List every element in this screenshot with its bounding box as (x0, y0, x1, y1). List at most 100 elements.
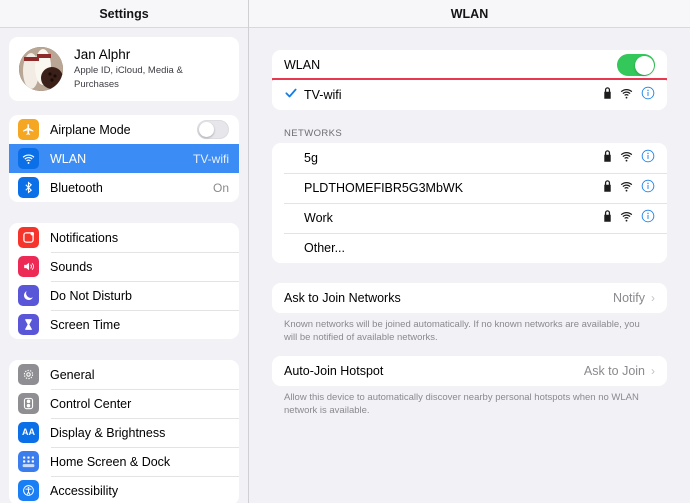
app-grid-icon (18, 451, 39, 472)
sidebar-item-label: Notifications (50, 230, 119, 245)
network-indicators (603, 179, 655, 198)
sidebar-item-label: General (50, 367, 95, 382)
sidebar-list[interactable]: Jan Alphr Apple ID, iCloud, Media & Purc… (0, 28, 248, 503)
sidebar-item-accessibility[interactable]: Accessibility (9, 476, 239, 503)
wlan-content[interactable]: WLAN TV-wifi NETWORKS 5g PLDTHOMEFIBR5G3… (249, 28, 690, 503)
connected-network-highlight-wrap: TV-wifi (272, 78, 667, 110)
sidebar-bluetooth-value: On (212, 180, 229, 195)
notifications-icon (18, 227, 39, 248)
sliders-icon (18, 393, 39, 414)
ask-to-join-label: Ask to Join Networks (284, 291, 401, 305)
lock-icon (603, 149, 612, 167)
network-row-other[interactable]: Other... (272, 233, 667, 263)
bowling-photo-avatar (19, 47, 63, 91)
sidebar-item-do-not-disturb[interactable]: Do Not Disturb (9, 281, 239, 310)
auto-join-hotspot-label: Auto-Join Hotspot (284, 364, 384, 378)
network-name: 5g (304, 151, 318, 165)
apple-id-row[interactable]: Jan Alphr Apple ID, iCloud, Media & Purc… (9, 37, 239, 101)
network-row-connected[interactable]: TV-wifi (272, 80, 667, 110)
accessibility-icon (18, 480, 39, 501)
network-row[interactable]: Work (272, 203, 667, 233)
sidebar-group-alerts[interactable]: Notifications Sounds Do Not Disturb Scre… (9, 223, 239, 339)
wifi-icon (620, 86, 633, 104)
info-icon[interactable] (641, 179, 655, 198)
wlan-detail-pane: WLAN WLAN TV-wifi NETWORKS 5g PLDTHOMEFI… (249, 0, 690, 503)
sidebar-item-label: Accessibility (50, 483, 119, 498)
chevron-right-icon: › (651, 364, 655, 378)
hourglass-icon (18, 314, 39, 335)
network-row[interactable]: 5g (272, 143, 667, 173)
network-name: Other... (304, 241, 345, 255)
sidebar-group-system[interactable]: General Control Center AA Display & Brig… (9, 360, 239, 503)
sidebar-item-control-center[interactable]: Control Center (9, 389, 239, 418)
network-indicators (603, 149, 655, 168)
wifi-icon (18, 148, 39, 169)
auto-join-hotspot-footer: Allow this device to automatically disco… (284, 392, 639, 416)
wifi-icon (620, 209, 633, 227)
main-header: WLAN (249, 0, 690, 28)
ask-to-join-card[interactable]: Ask to Join Networks Notify › (272, 283, 667, 313)
network-name: PLDTHOMEFIBR5G3MbWK (304, 181, 464, 195)
networks-section-header: NETWORKS (284, 128, 343, 139)
sidebar-wlan-value: TV-wifi (193, 151, 229, 166)
lock-icon (603, 86, 612, 104)
auto-join-hotspot-card[interactable]: Auto-Join Hotspot Ask to Join › (272, 356, 667, 386)
profile-card[interactable]: Jan Alphr Apple ID, iCloud, Media & Purc… (9, 37, 239, 101)
sidebar-item-general[interactable]: General (9, 360, 239, 389)
network-name: TV-wifi (304, 88, 342, 102)
chevron-right-icon: › (651, 291, 655, 305)
sidebar-item-notifications[interactable]: Notifications (9, 223, 239, 252)
settings-sidebar: Settings Jan Alphr Apple ID, iCloud, Med… (0, 0, 249, 503)
ask-to-join-row[interactable]: Ask to Join Networks Notify › (272, 283, 667, 313)
networks-list[interactable]: 5g PLDTHOMEFIBR5G3MbWK Work Other... (272, 143, 667, 263)
info-icon[interactable] (641, 149, 655, 168)
ask-to-join-footer: Known networks will be joined automatica… (284, 319, 640, 343)
info-icon[interactable] (641, 86, 655, 105)
sidebar-item-sounds[interactable]: Sounds (9, 252, 239, 281)
info-icon[interactable] (641, 209, 655, 228)
auto-join-hotspot-row[interactable]: Auto-Join Hotspot Ask to Join › (272, 356, 667, 386)
sidebar-header: Settings (0, 0, 248, 28)
aa-icon: AA (18, 422, 39, 443)
sidebar-item-screen-time[interactable]: Screen Time (9, 310, 239, 339)
wlan-toggle[interactable] (617, 54, 655, 76)
network-indicators (603, 209, 655, 228)
wifi-icon (620, 179, 633, 197)
avatar (19, 47, 63, 91)
sidebar-item-label: Home Screen & Dock (50, 454, 171, 469)
page-title: WLAN (450, 6, 489, 21)
sidebar-item-label: Display & Brightness (50, 425, 166, 440)
auto-join-hotspot-value: Ask to Join (583, 364, 645, 378)
network-name: Work (304, 211, 333, 225)
sidebar-item-wlan[interactable]: WLAN TV-wifi (9, 144, 239, 173)
sidebar-item-display-brightness[interactable]: AA Display & Brightness (9, 418, 239, 447)
sidebar-item-bluetooth[interactable]: Bluetooth On (9, 173, 239, 202)
moon-icon (18, 285, 39, 306)
wlan-toggle-label: WLAN (284, 58, 321, 72)
settings-split-view: Settings Jan Alphr Apple ID, iCloud, Med… (0, 0, 690, 503)
sidebar-item-label: Airplane Mode (50, 122, 131, 137)
network-row[interactable]: PLDTHOMEFIBR5G3MbWK (272, 173, 667, 203)
bluetooth-icon (18, 177, 39, 198)
wifi-icon (620, 149, 633, 167)
airplane-icon (18, 119, 39, 140)
checkmark-icon (284, 86, 299, 105)
sidebar-item-label: Bluetooth (50, 180, 103, 195)
wlan-toggle-row[interactable]: WLAN (272, 50, 667, 80)
sidebar-item-label: Control Center (50, 396, 132, 411)
sidebar-group-connectivity[interactable]: Airplane Mode WLAN TV-wifi Bluetooth On (9, 115, 239, 202)
profile-subtitle: Apple ID, iCloud, Media & Purchases (74, 65, 183, 90)
sidebar-item-label: Sounds (50, 259, 93, 274)
lock-icon (603, 209, 612, 227)
sidebar-item-label: Do Not Disturb (50, 288, 132, 303)
sidebar-item-label: WLAN (50, 151, 87, 166)
ask-to-join-value: Notify (613, 291, 645, 305)
airplane-mode-toggle[interactable] (197, 120, 229, 139)
sidebar-item-airplane-mode[interactable]: Airplane Mode (9, 115, 239, 144)
speaker-icon (18, 256, 39, 277)
sidebar-item-home-screen-dock[interactable]: Home Screen & Dock (9, 447, 239, 476)
sidebar-item-label: Screen Time (50, 317, 121, 332)
network-indicators (603, 86, 655, 105)
lock-icon (603, 179, 612, 197)
wlan-toggle-card[interactable]: WLAN TV-wifi (272, 50, 667, 110)
